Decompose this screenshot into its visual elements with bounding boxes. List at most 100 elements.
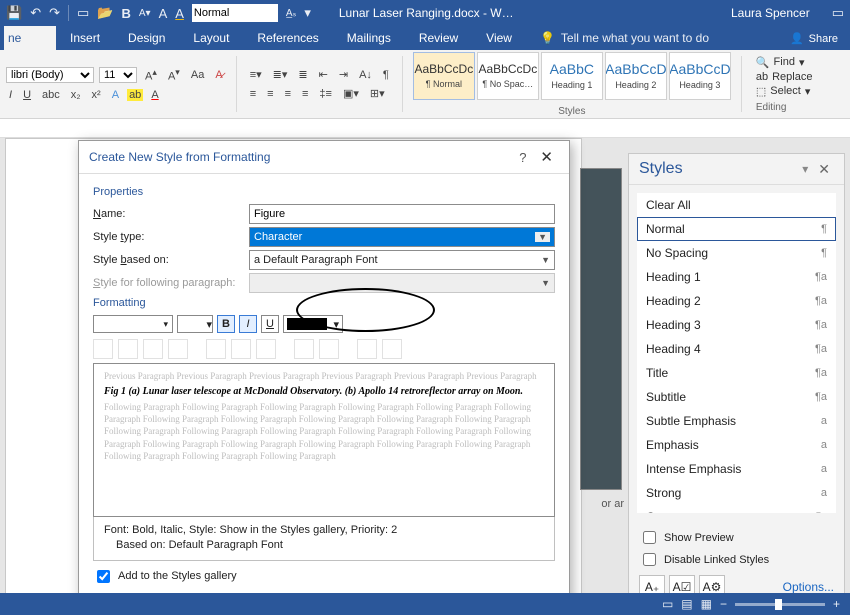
tab-mailings[interactable]: Mailings (333, 26, 405, 50)
increase-indent-icon[interactable]: ⇥ (336, 67, 351, 82)
font-icon[interactable]: A (159, 6, 168, 21)
style-box-heading2[interactable]: AaBbCcDHeading 2 (605, 52, 667, 100)
zoom-thumb[interactable] (775, 599, 782, 610)
change-case-icon[interactable]: Aa (188, 68, 207, 82)
style-item[interactable]: Normal¶ (637, 217, 836, 241)
grow-font-icon[interactable]: A▴ (142, 66, 160, 84)
bold-b-icon[interactable]: B (121, 6, 130, 21)
tab-layout[interactable]: Layout (179, 26, 243, 50)
save-icon[interactable]: 💾 (6, 5, 22, 21)
dialog-titlebar[interactable]: Create New Style from Formatting ? ✕ (79, 141, 569, 174)
name-input[interactable] (249, 204, 555, 224)
window-controls-icon[interactable]: ▭ (832, 5, 844, 21)
tab-design[interactable]: Design (114, 26, 179, 50)
pin-icon[interactable]: ▾ (796, 162, 814, 176)
size-combo[interactable]: ▾ (177, 315, 213, 333)
font-combo[interactable]: ▾ (93, 315, 173, 333)
embedded-image[interactable] (580, 168, 622, 490)
italic-button[interactable]: I (239, 315, 257, 333)
zoom-slider[interactable] (735, 603, 825, 606)
more-icon[interactable]: ▾ (304, 5, 311, 21)
help-icon[interactable]: ? (511, 150, 534, 165)
styles-list[interactable]: Clear AllNormal¶No Spacing¶Heading 1¶aHe… (637, 193, 836, 513)
tell-me[interactable]: 💡Tell me what you want to do (532, 26, 717, 50)
tab-home[interactable]: Homene (4, 26, 56, 50)
show-marks-icon[interactable]: ¶ (380, 68, 392, 82)
multilevel-icon[interactable]: ≣ (295, 67, 310, 82)
justify-icon[interactable]: ≡ (299, 87, 311, 101)
style-item[interactable]: Intense Emphasisa (637, 457, 836, 481)
close-icon[interactable]: ✕ (534, 148, 559, 166)
style-item[interactable]: Heading 1¶a (637, 265, 836, 289)
tab-view[interactable]: View (472, 26, 526, 50)
style-gallery[interactable]: AaBbCcDc¶ Normal AaBbCcDc¶ No Spac… AaBb… (413, 52, 731, 100)
tab-review[interactable]: Review (405, 26, 472, 50)
show-preview-input[interactable] (643, 531, 656, 544)
style-item[interactable]: Clear All (637, 193, 836, 217)
style-item[interactable]: Subtle Emphasisa (637, 409, 836, 433)
print-layout-icon[interactable]: ▤ (681, 597, 692, 611)
ruler[interactable] (0, 119, 850, 138)
select-button[interactable]: ⬚Select ▾ (752, 85, 817, 98)
font-name-select[interactable]: libri (Body) (6, 67, 94, 83)
tab-references[interactable]: References (243, 26, 332, 50)
strike-icon[interactable]: abc (39, 88, 63, 102)
subscript-icon[interactable]: x₂ (68, 88, 84, 102)
style-item[interactable]: Quote¶a (637, 505, 836, 513)
style-box-nospacing[interactable]: AaBbCcDc¶ No Spac… (477, 52, 539, 100)
superscript-icon[interactable]: x² (89, 88, 104, 102)
style-item[interactable]: No Spacing¶ (637, 241, 836, 265)
undo-icon[interactable]: ↶ (30, 5, 41, 21)
style-type-combo[interactable]: Character▼ (249, 227, 555, 247)
clear-format-icon[interactable]: A̷ (212, 68, 225, 82)
style-box-heading1[interactable]: AaBbCHeading 1 (541, 52, 603, 100)
style-box-heading3[interactable]: AaBbCcDHeading 3 (669, 52, 731, 100)
underline-icon[interactable]: U (20, 88, 34, 102)
decrease-indent-icon[interactable]: ⇤ (316, 67, 331, 82)
highlight-icon[interactable]: ab (127, 89, 143, 101)
align-right-icon[interactable]: ≡ (282, 87, 294, 101)
style-box-normal[interactable]: AaBbCcDc¶ Normal (413, 52, 475, 100)
add-to-gallery-checkbox[interactable] (97, 570, 110, 583)
borders-icon[interactable]: ⊞▾ (367, 86, 388, 101)
numbering-icon[interactable]: ≣▾ (270, 67, 291, 82)
style-quick-select[interactable] (192, 4, 278, 22)
share-button[interactable]: 👤Share (778, 27, 850, 50)
align-left-icon[interactable]: ≡ (247, 87, 259, 101)
text-effects-icon[interactable]: A (109, 88, 122, 102)
style-item[interactable]: Heading 2¶a (637, 289, 836, 313)
font-color-combo[interactable]: ▾ (283, 315, 343, 333)
style-item[interactable]: Heading 3¶a (637, 313, 836, 337)
shading-icon[interactable]: ▣▾ (340, 86, 362, 101)
italic-icon[interactable]: I (6, 88, 15, 102)
line-spacing-icon[interactable]: ‡≡ (316, 87, 335, 101)
bullets-icon[interactable]: ≡▾ (247, 67, 265, 82)
text-color-icon[interactable]: A (175, 6, 184, 21)
style-item[interactable]: Emphasisa (637, 433, 836, 457)
font-size-select[interactable]: 11 (99, 67, 137, 83)
styles-launcher-icon[interactable]: A̲ₛ (286, 8, 296, 19)
close-icon[interactable]: ✕ (814, 161, 834, 178)
replace-button[interactable]: abReplace (752, 71, 817, 83)
style-item[interactable]: Subtitle¶a (637, 385, 836, 409)
style-item[interactable]: Title¶a (637, 361, 836, 385)
font-size-icon[interactable]: A▾ (139, 8, 151, 19)
disable-linked-input[interactable] (643, 553, 656, 566)
tab-insert[interactable]: Insert (56, 26, 114, 50)
style-item[interactable]: Heading 4¶a (637, 337, 836, 361)
shrink-font-icon[interactable]: A▾ (165, 66, 183, 84)
styles-options-link[interactable]: Options... (783, 580, 834, 594)
zoom-in-icon[interactable]: + (833, 597, 840, 611)
zoom-out-icon[interactable]: − (720, 597, 727, 611)
bold-button[interactable]: B (217, 315, 235, 333)
font-color-icon[interactable]: A (148, 88, 161, 102)
open-icon[interactable]: 📂 (97, 5, 113, 21)
user-name[interactable]: Laura Spencer (731, 6, 810, 20)
find-button[interactable]: 🔍Find ▾ (752, 56, 817, 69)
sort-icon[interactable]: A↓ (356, 68, 375, 82)
underline-button[interactable]: U (261, 315, 279, 333)
align-center-icon[interactable]: ≡ (264, 87, 276, 101)
web-layout-icon[interactable]: ▦ (701, 597, 712, 611)
based-on-combo[interactable]: a Default Paragraph Font▼ (249, 250, 555, 270)
redo-icon[interactable]: ↷ (49, 5, 60, 21)
